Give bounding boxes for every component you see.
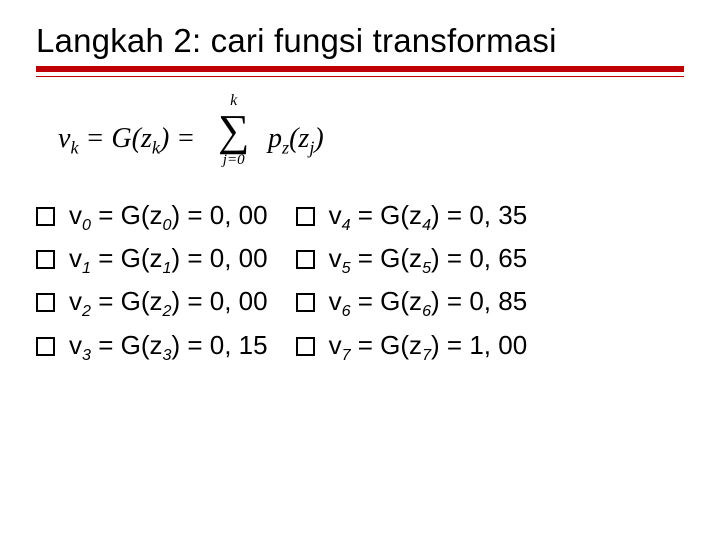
title-rule-thin [36,76,684,77]
equation-text: v1 = G(z1) = 0, 00 [69,238,268,281]
bullet-icon [296,293,315,312]
list-item: v7 = G(z7) = 1, 00 [296,325,528,368]
sigma-symbol: ∑ [218,109,249,153]
list-item: v4 = G(z4) = 0, 35 [296,195,528,238]
formula-lhs: vk = G(zk) = [58,123,195,159]
formula-zk-sub: k [152,138,160,158]
formula-rhs: pz(zj) [268,123,324,159]
list-item: v3 = G(z3) = 0, 15 [36,325,268,368]
bullet-icon [36,337,55,356]
equation-text: v7 = G(z7) = 1, 00 [329,325,528,368]
title-rule [36,66,684,72]
bullet-icon [36,293,55,312]
list-item: v2 = G(z2) = 0, 00 [36,281,268,324]
equation-text: v2 = G(z2) = 0, 00 [69,281,268,324]
left-column: v0 = G(z0) = 0, 00v1 = G(z1) = 0, 00v2 =… [36,195,268,368]
list-item: v5 = G(z5) = 0, 65 [296,238,528,281]
slide-title: Langkah 2: cari fungsi transformasi [36,22,684,60]
formula-vk-sub: k [70,138,78,158]
bullet-icon [36,207,55,226]
right-column: v4 = G(z4) = 0, 35v5 = G(z5) = 0, 65v6 =… [296,195,528,368]
equation-text: v6 = G(z6) = 0, 85 [329,281,528,324]
equation-text: v3 = G(z3) = 0, 15 [69,325,268,368]
equation-text: v0 = G(z0) = 0, 00 [69,195,268,238]
sigma: k ∑ j=0 [218,93,249,168]
bullet-icon [296,250,315,269]
sigma-bottom: j=0 [218,153,249,168]
bullet-icon [36,250,55,269]
value-columns: v0 = G(z0) = 0, 00v1 = G(z1) = 0, 00v2 =… [36,195,684,368]
bullet-icon [296,207,315,226]
list-item: v1 = G(z1) = 0, 00 [36,238,268,281]
list-item: v0 = G(z0) = 0, 00 [36,195,268,238]
equation-text: v4 = G(z4) = 0, 35 [329,195,528,238]
bullet-icon [296,337,315,356]
list-item: v6 = G(z6) = 0, 85 [296,281,528,324]
formula: vk = G(zk) = k ∑ j=0 pz(zj) [58,95,684,173]
equation-text: v5 = G(z5) = 0, 65 [329,238,528,281]
